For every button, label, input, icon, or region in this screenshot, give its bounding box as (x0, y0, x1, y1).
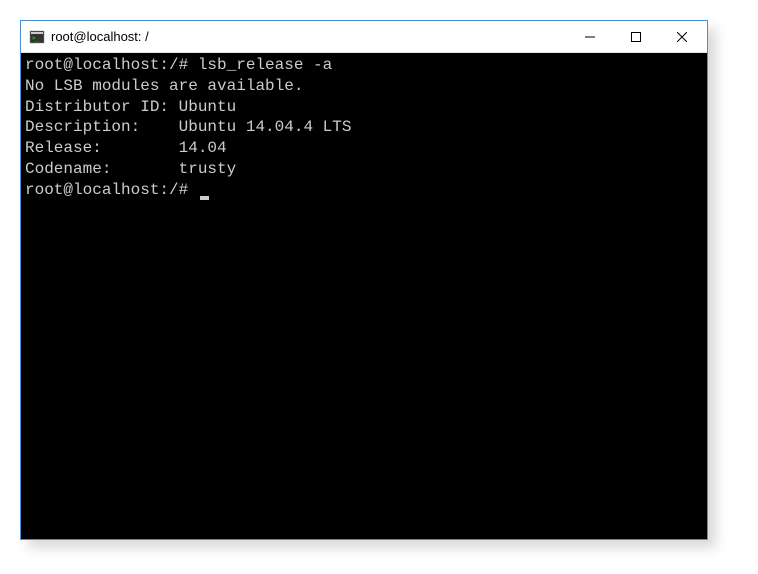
terminal-line: Description: Ubuntu 14.04.4 LTS (25, 117, 703, 138)
terminal-window: >_ root@localhost: / root@localhost:/# l… (20, 20, 708, 540)
titlebar[interactable]: >_ root@localhost: / (21, 21, 707, 53)
maximize-button[interactable] (613, 22, 659, 52)
close-button[interactable] (659, 22, 705, 52)
svg-text:>_: >_ (32, 35, 40, 42)
window-title: root@localhost: / (51, 29, 567, 44)
app-icon: >_ (29, 29, 45, 45)
window-controls (567, 22, 705, 52)
minimize-button[interactable] (567, 22, 613, 52)
cursor (200, 196, 209, 200)
terminal-output[interactable]: root@localhost:/# lsb_release -aNo LSB m… (21, 53, 707, 539)
terminal-line: Distributor ID: Ubuntu (25, 97, 703, 118)
terminal-prompt: root@localhost:/# (25, 181, 198, 199)
terminal-line: Release: 14.04 (25, 138, 703, 159)
terminal-line: Codename: trusty (25, 159, 703, 180)
terminal-line: root@localhost:/# lsb_release -a (25, 55, 703, 76)
terminal-line: No LSB modules are available. (25, 76, 703, 97)
